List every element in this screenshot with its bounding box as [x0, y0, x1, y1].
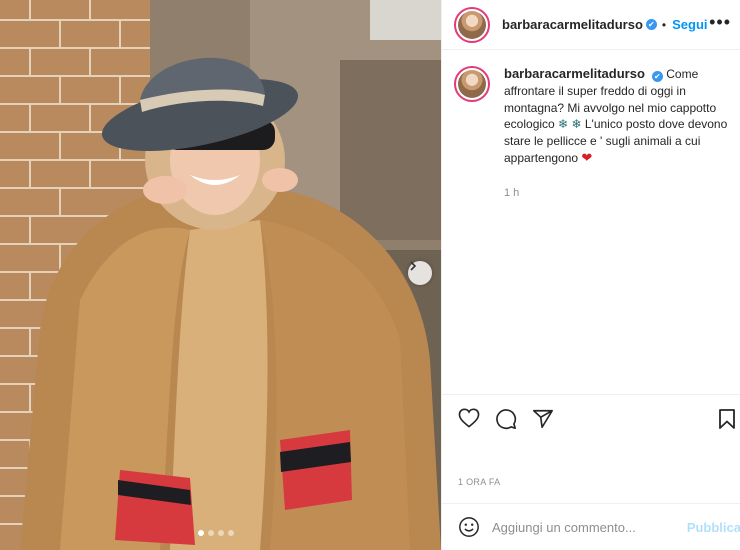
caption-text: barbaracarmelitadurso ✔ Come affrontare i… [504, 66, 730, 167]
profile-picture [458, 10, 486, 39]
carousel-dot [218, 530, 224, 536]
photo-illustration [0, 0, 441, 550]
caption-avatar[interactable] [454, 66, 490, 102]
post-photo[interactable] [0, 0, 441, 550]
post-side-panel: barbaracarmelitadurso ✔ • Segui ••• barb… [441, 0, 740, 550]
post-date[interactable]: 1 ORA FA [458, 477, 500, 487]
post-header: barbaracarmelitadurso ✔ • Segui ••• [442, 0, 740, 50]
comment-icon[interactable] [495, 408, 517, 430]
follow-button[interactable]: Segui [672, 17, 707, 32]
carousel-dot [228, 530, 234, 536]
verified-badge-icon: ✔ [651, 71, 663, 82]
caption-username[interactable]: barbaracarmelitadurso [504, 66, 645, 81]
comment-input[interactable] [492, 519, 672, 535]
like-heart-icon[interactable] [458, 408, 480, 428]
publish-button[interactable]: Pubblica [687, 520, 740, 535]
carousel-next-button[interactable] [408, 261, 432, 285]
action-bar [442, 394, 740, 446]
emoji-picker-button[interactable] [458, 516, 480, 538]
red-heart-emoji-icon: ❤ [581, 149, 593, 165]
smiley-icon [459, 517, 479, 537]
save-bookmark-icon[interactable] [718, 408, 736, 430]
comment-bar: Pubblica [442, 503, 740, 550]
caption: barbaracarmelitadurso ✔ Come affrontare i… [454, 66, 734, 167]
verified-badge-icon: ✔ [645, 19, 657, 30]
profile-picture [458, 70, 486, 98]
more-options-icon[interactable]: ••• [709, 12, 731, 33]
share-icon[interactable] [532, 408, 554, 430]
caption-timestamp[interactable]: 1 h [504, 187, 519, 199]
chevron-right-icon [410, 261, 417, 271]
carousel-dots [198, 530, 234, 536]
carousel-dot [208, 530, 214, 536]
carousel-dot [198, 530, 204, 536]
header-username[interactable]: barbaracarmelitadurso [502, 17, 643, 32]
snowflake-emoji-icon: ❄ [558, 117, 569, 132]
separator-dot: • [661, 17, 667, 32]
avatar[interactable] [454, 6, 490, 43]
snowflake-emoji-icon: ❄ [571, 117, 582, 132]
